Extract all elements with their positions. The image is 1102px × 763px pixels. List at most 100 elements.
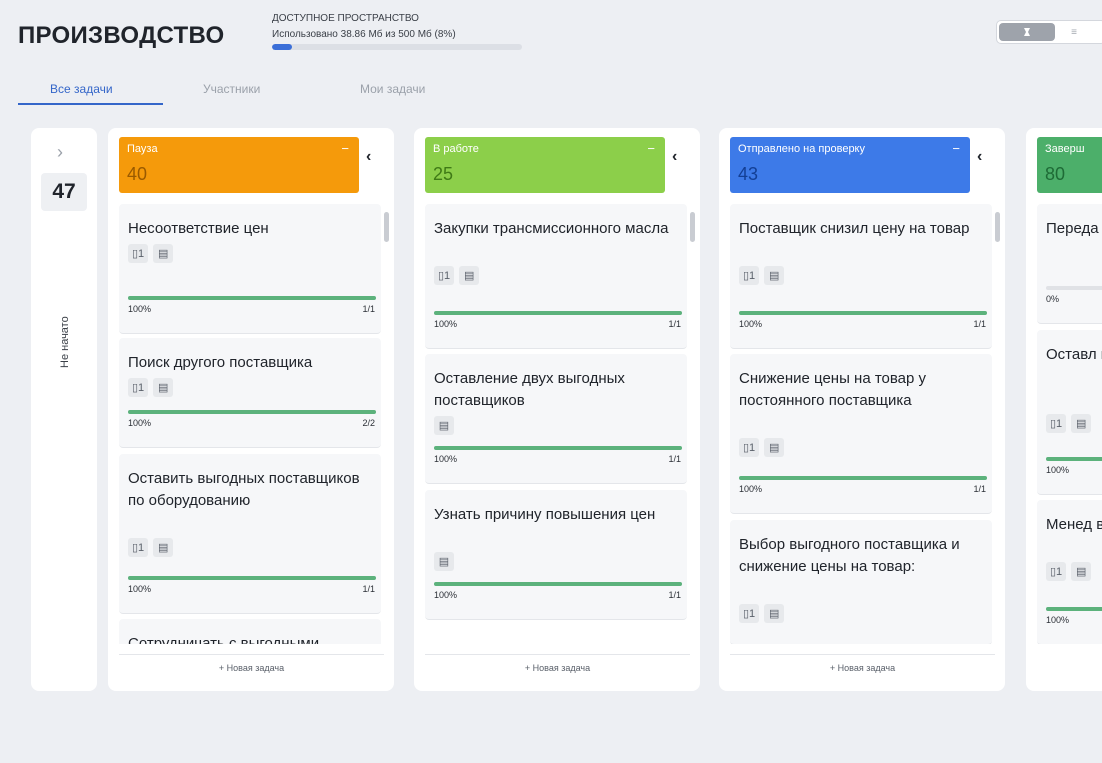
attachment-count-icon[interactable]: ▯1 (128, 244, 149, 263)
attachment-count-icon[interactable]: ▯1 (739, 604, 760, 623)
task-progress-percent: 100% (1046, 465, 1070, 475)
column-label: Не начато (59, 316, 71, 368)
column-header[interactable]: Пауза − 40 (119, 137, 359, 193)
task-card[interactable]: Сотрудничать с выгодными (119, 619, 381, 644)
attachment-count-icon[interactable]: ▯1 (128, 538, 149, 557)
column-minimize-icon[interactable]: − (952, 141, 960, 156)
task-card[interactable]: Оставл постоя товар: ▯1▤ 100% (1037, 330, 1102, 495)
tab-my-tasks[interactable]: Мои задачи (360, 82, 425, 96)
document-icon[interactable]: ▤ (459, 266, 480, 285)
task-progress-bar (128, 576, 376, 580)
document-icon[interactable]: ▤ (434, 416, 454, 435)
column-scrollbar[interactable] (384, 212, 389, 242)
task-subtask-count: 1/1 (973, 484, 986, 494)
task-progress-percent: 0% (1046, 294, 1060, 304)
document-icon[interactable]: ▤ (153, 244, 174, 263)
task-card[interactable]: Снижение цены на товар у постоянного пос… (730, 354, 992, 514)
expand-chevron-icon[interactable]: › (57, 142, 63, 163)
list-view-button[interactable]: ≡ (1059, 23, 1089, 41)
task-progress-bar (434, 582, 682, 586)
task-card[interactable]: Менед выгодн ▯1▤ 100% (1037, 500, 1102, 644)
task-subtask-count: 1/1 (668, 454, 681, 464)
document-icon[interactable]: ▤ (153, 378, 174, 397)
kanban-column: Пауза −40 ‹ Несоответствие цен ▯1 ▤ 100% 1/1 Пои… (108, 128, 394, 691)
task-card[interactable]: Поставщик снизил цену на товар ▯1 ▤ 100% 1/1 (730, 204, 992, 349)
new-task-button[interactable]: + Новая задача (119, 654, 384, 680)
document-icon[interactable]: ▤ (764, 604, 785, 623)
task-progress-percent: 100% (128, 304, 152, 314)
task-card[interactable]: Переда менедж 0% (1037, 204, 1102, 324)
task-title: Менед выгодн (1046, 516, 1102, 533)
document-icon[interactable]: ▤ (434, 552, 454, 571)
task-progress-percent: 100% (128, 418, 152, 428)
task-chips: ▤ (434, 552, 454, 572)
kanban-column: В работе − 25 ‹ Закупки трансмиссионного мас… (414, 128, 700, 691)
task-title: Снижение цены на товар у постоянного пос… (739, 370, 927, 409)
column-header[interactable]: Заверш 80 (1037, 137, 1102, 193)
document-icon[interactable]: ▤ (1071, 414, 1092, 433)
task-title: Поиск другого поставщика (128, 354, 313, 371)
cards-list: Несоответствие цен ▯1 ▤ 100% 1/1 Поиск другог… (119, 204, 384, 644)
new-task-button[interactable]: + Новая задача (730, 654, 995, 680)
column-not-started-collapsed[interactable]: › 47 Не начато (31, 128, 97, 691)
column-header[interactable]: В работе − 25 (425, 137, 665, 193)
attachment-count-icon[interactable]: ▯1 (1046, 562, 1067, 581)
column-scrollbar[interactable] (995, 212, 1000, 242)
task-card[interactable]: Выбор выгодного поставщика и снижение це… (730, 520, 992, 644)
task-progress-bar (1046, 286, 1102, 290)
task-progress-bar (1046, 457, 1102, 461)
storage-used-text: Использовано 38.86 Мб из 500 Мб (8%) (272, 29, 456, 40)
column-count: 25 (433, 164, 454, 184)
board-view-button[interactable] (999, 23, 1055, 41)
column-count: 80 (1045, 164, 1066, 184)
attachment-count-icon[interactable]: ▯1 (128, 378, 149, 397)
task-progress-fill (739, 476, 987, 480)
task-card[interactable]: Несоответствие цен ▯1 ▤ 100% 1/1 (119, 204, 381, 334)
task-card[interactable]: Оставление двух выгодных поставщиков ▤ 100… (425, 354, 687, 484)
task-chips: ▯1 ▤ (1046, 562, 1092, 582)
attachment-count-icon[interactable]: ▯1 (739, 266, 760, 285)
document-icon[interactable]: ▤ (764, 438, 785, 457)
task-chips: ▯1 ▤ (739, 604, 785, 624)
column-count: 47 (41, 173, 87, 211)
cards-list: Закупки трансмиссионного масла ▯1 ▤ 100% 1/1… (425, 204, 690, 644)
task-progress-percent: 100% (434, 319, 458, 329)
task-progress-percent: 100% (434, 454, 458, 464)
task-progress-bar (1046, 607, 1102, 611)
new-task-button[interactable]: + Новая задача (425, 654, 690, 680)
storage-progress-bar (272, 44, 522, 50)
task-progress-bar (434, 446, 682, 450)
document-icon[interactable]: ▤ (764, 266, 785, 285)
tab-all-tasks[interactable]: Все задачи (50, 82, 113, 96)
collapse-column-icon[interactable]: ‹ (977, 148, 982, 166)
task-card[interactable]: Поиск другого поставщика ▯1 ▤ 100% 2/2 (119, 338, 381, 448)
page-header: ПРОИЗВОДСТВО ДОСТУПНОЕ ПРОСТРАНСТВО Испо… (0, 0, 1102, 70)
collapse-column-icon[interactable]: ‹ (366, 148, 371, 166)
task-chips: ▯1 ▤ (739, 266, 785, 286)
column-minimize-icon[interactable]: − (341, 141, 349, 156)
document-icon[interactable]: ▤ (1071, 562, 1092, 581)
document-icon[interactable]: ▤ (153, 538, 174, 557)
column-minimize-icon[interactable]: − (647, 141, 655, 156)
task-card[interactable]: Закупки трансмиссионного масла ▯1 ▤ 100% 1/1 (425, 204, 687, 349)
tab-participants[interactable]: Участники (203, 82, 260, 96)
column-header[interactable]: Отправлено на проверку − 43 (730, 137, 970, 193)
page-title: ПРОИЗВОДСТВО (18, 22, 225, 49)
storage-progress-fill (272, 44, 292, 50)
task-title: Узнать причину повышения цен (434, 506, 656, 523)
task-card[interactable]: Узнать причину повышения цен ▤ 100% 1/1 (425, 490, 687, 620)
active-tab-indicator (18, 103, 163, 105)
task-subtask-count: 1/1 (362, 304, 375, 314)
task-progress-percent: 100% (128, 584, 152, 594)
list-icon: ≡ (1071, 26, 1077, 38)
attachment-count-icon[interactable]: ▯1 (434, 266, 455, 285)
task-progress-percent: 100% (739, 484, 763, 494)
column-scrollbar[interactable] (690, 212, 695, 242)
task-progress-fill (128, 576, 376, 580)
collapse-column-icon[interactable]: ‹ (672, 148, 677, 166)
column-name: Отправлено на проверку (738, 143, 865, 155)
task-card[interactable]: Оставить выгодных поставщиков по оборудо… (119, 454, 381, 614)
attachment-count-icon[interactable]: ▯1 (739, 438, 760, 457)
attachment-count-icon[interactable]: ▯1 (1046, 414, 1067, 433)
cards-list: Переда менедж0%Оставл постоя товар:▯1▤10… (1037, 204, 1102, 644)
